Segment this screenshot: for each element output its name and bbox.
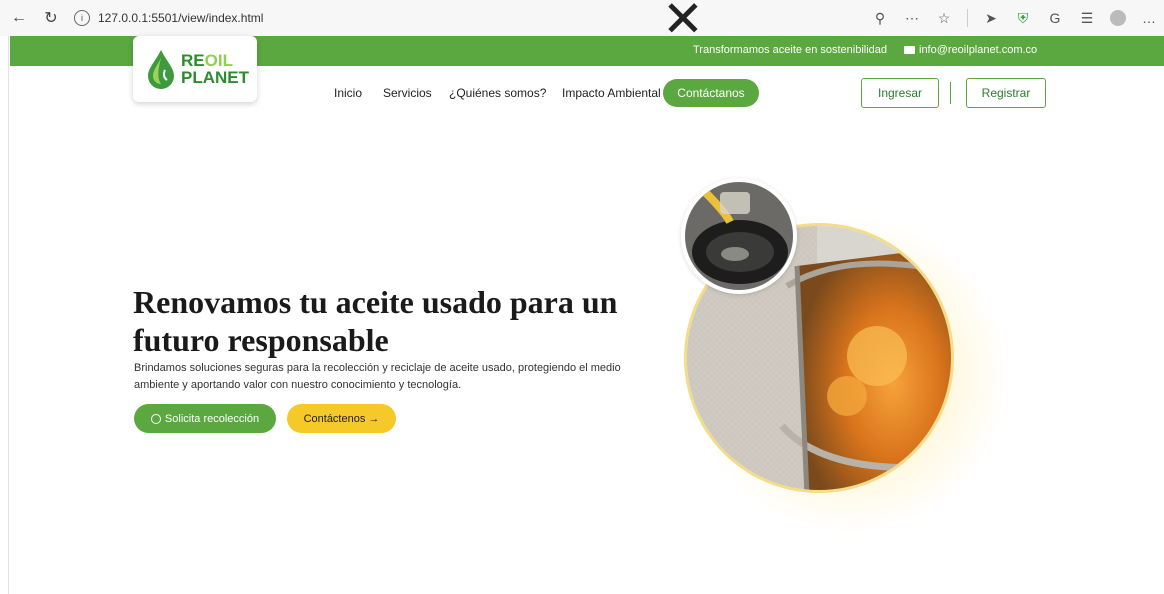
back-icon[interactable]: ← [6,5,32,31]
logo-text-planet: PLANET [181,68,249,87]
login-button[interactable]: Ingresar [861,78,939,108]
hero-title: Renovamos tu aceite usado para un futuro… [133,284,618,358]
menu-dots-icon[interactable]: … [1140,9,1158,27]
oil-pan-image [681,178,797,294]
toolbar-divider [967,9,968,27]
mail-icon [904,46,915,54]
contact-us-button[interactable]: Contáctenos → [287,404,396,433]
extension-g-icon[interactable]: G [1046,9,1064,27]
tagline: Transformamos aceite en sostenibilidad [693,44,888,56]
register-button[interactable]: Registrar [966,78,1046,108]
zoom-icon[interactable]: ⚲ [871,9,889,27]
nav-link-inicio[interactable]: Inicio [334,86,362,100]
extension-arrow-icon[interactable]: ➤ [982,9,1000,27]
auth-divider [950,82,951,104]
more-options-icon[interactable]: ⋯ [903,9,921,27]
favorite-star-icon[interactable]: ☆ [935,9,953,27]
request-pickup-label: Solicita recolección [164,412,260,425]
browser-toolbar: ← ↻ i 127.0.0.1:5501/view/index.html ⚲ ⋯… [0,0,1164,36]
nav-link-impacto-ambiental[interactable]: Impacto Ambiental [562,86,661,100]
address-bar[interactable]: i 127.0.0.1:5501/view/index.html [74,5,263,31]
nav-link-quienes-somos[interactable]: ¿Quiénes somos? [449,86,546,100]
info-icon[interactable]: i [74,10,90,26]
whatsapp-icon [150,413,161,424]
nav-contact-button[interactable]: Contáctanos [663,79,759,107]
logo[interactable]: REOIL PLANET [133,36,257,102]
email-text: info@reoilplanet.com.co [919,44,1038,56]
hero-description: Brindamos soluciones seguras para la rec… [134,362,621,391]
url-text: 127.0.0.1:5501/view/index.html [98,11,264,25]
profile-avatar-icon[interactable] [1110,10,1126,26]
shield-icon[interactable]: ⛨ [1014,9,1032,27]
email-link[interactable]: info@reoilplanet.com.co [904,44,1037,56]
refresh-icon[interactable]: ↻ [38,5,64,31]
page-left-border [8,36,9,594]
nav-link-servicios[interactable]: Servicios [383,86,432,100]
request-pickup-button[interactable]: Solicita recolección [134,404,276,433]
oil-drop-icon [148,50,174,89]
favorites-list-icon[interactable]: ☰ [1078,9,1096,27]
